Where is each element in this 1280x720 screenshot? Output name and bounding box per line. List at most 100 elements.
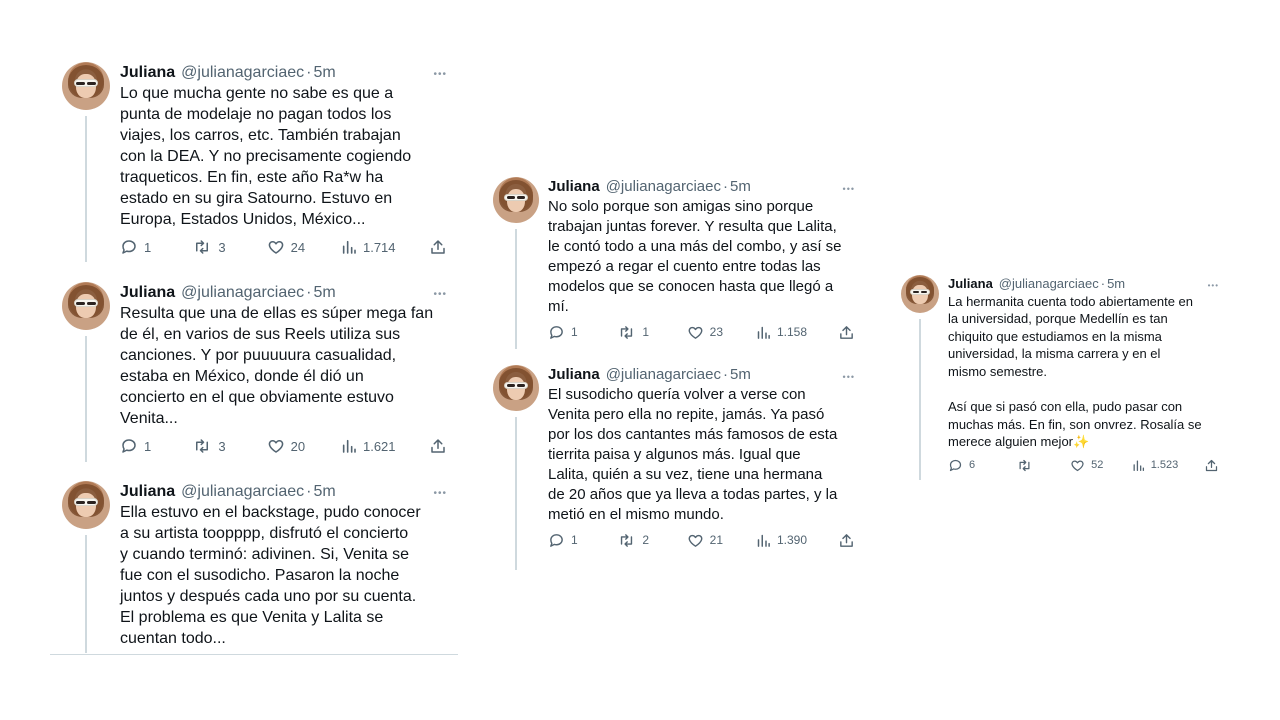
timestamp[interactable]: 5m bbox=[1107, 275, 1125, 293]
timestamp[interactable]: 5m bbox=[730, 177, 751, 197]
timestamp[interactable]: 5m bbox=[313, 282, 335, 303]
repost-icon bbox=[1019, 459, 1030, 471]
views-button[interactable]: 1.621 bbox=[341, 437, 429, 455]
views-button[interactable]: 1.714 bbox=[341, 238, 429, 256]
share-button[interactable] bbox=[429, 437, 447, 455]
views-icon bbox=[342, 240, 356, 254]
more-icon[interactable]: ••• bbox=[433, 64, 447, 85]
more-icon[interactable]: ••• bbox=[433, 483, 447, 504]
repost-count: 2 bbox=[642, 533, 650, 547]
like-button[interactable]: 24 bbox=[267, 238, 341, 256]
tweet-text: La hermanita cuenta todo abiertamente en… bbox=[948, 293, 1202, 450]
views-button[interactable]: 1.390 bbox=[756, 532, 838, 549]
tweet[interactable]: Juliana @julianagarciaec · 5m ••• Ella e… bbox=[62, 481, 447, 653]
reply-count: 6 bbox=[969, 459, 976, 471]
like-button[interactable]: 20 bbox=[267, 437, 341, 455]
like-count: 21 bbox=[709, 533, 724, 547]
like-count: 24 bbox=[290, 239, 306, 255]
repost-button[interactable]: 2 bbox=[617, 532, 686, 549]
tweet-actions: 1 3 20 1.621 bbox=[120, 436, 447, 456]
avatar[interactable] bbox=[62, 282, 110, 330]
separator: · bbox=[306, 64, 312, 81]
views-count: 1.158 bbox=[776, 325, 808, 339]
tweet-actions: 1 3 24 1.714 bbox=[120, 237, 447, 257]
like-button[interactable]: 21 bbox=[687, 532, 756, 549]
thread-line bbox=[85, 336, 87, 462]
timestamp[interactable]: 5m bbox=[313, 481, 335, 502]
like-count: 23 bbox=[709, 325, 724, 339]
timestamp[interactable]: 5m bbox=[313, 62, 335, 83]
author-handle[interactable]: @julianagarciaec bbox=[606, 177, 721, 197]
repost-count: 3 bbox=[218, 239, 226, 255]
timestamp[interactable]: 5m bbox=[730, 365, 751, 385]
avatar[interactable] bbox=[493, 177, 539, 223]
author-name[interactable]: Juliana bbox=[120, 282, 175, 303]
reply-count: 1 bbox=[571, 325, 578, 339]
separator: · bbox=[306, 483, 312, 500]
tweet-actions: 1 2 21 1.390 bbox=[548, 530, 855, 550]
repost-icon bbox=[621, 533, 633, 547]
avatar[interactable] bbox=[62, 62, 110, 110]
reply-button[interactable]: 1 bbox=[548, 532, 617, 549]
author-handle[interactable]: @julianagarciaec bbox=[181, 282, 304, 303]
heart-icon bbox=[688, 534, 703, 547]
avatar[interactable] bbox=[493, 365, 539, 411]
thread-line bbox=[515, 229, 517, 349]
tweet-text: Ella estuvo en el backstage, pudo conoce… bbox=[120, 504, 421, 647]
repost-button[interactable]: 3 bbox=[192, 238, 266, 256]
author-handle[interactable]: @julianagarciaec bbox=[181, 481, 304, 502]
more-icon[interactable]: ••• bbox=[843, 179, 855, 199]
thread-line bbox=[919, 319, 921, 480]
share-button[interactable] bbox=[1204, 458, 1219, 473]
share-button[interactable] bbox=[838, 532, 855, 549]
author-name[interactable]: Juliana bbox=[548, 365, 600, 385]
tweet[interactable]: Juliana @julianagarciaec · 5m ••• No sol… bbox=[493, 177, 855, 349]
views-button[interactable]: 1.158 bbox=[756, 324, 838, 341]
views-count: 1.621 bbox=[362, 438, 396, 454]
reply-button[interactable]: 1 bbox=[548, 324, 617, 341]
avatar[interactable] bbox=[62, 481, 110, 529]
reply-button[interactable]: 1 bbox=[120, 238, 192, 256]
tweet-header: Juliana @julianagarciaec · 5m bbox=[548, 365, 855, 385]
tweet-text: Lo que mucha gente no sabe es que a punt… bbox=[120, 85, 412, 228]
reply-count: 1 bbox=[144, 239, 152, 255]
author-name[interactable]: Juliana bbox=[120, 481, 175, 502]
more-icon[interactable]: ••• bbox=[433, 284, 447, 305]
separator: · bbox=[722, 366, 728, 383]
repost-button[interactable]: 3 bbox=[192, 437, 266, 455]
views-button[interactable]: 1.523 bbox=[1132, 458, 1204, 473]
author-name[interactable]: Juliana bbox=[120, 62, 175, 83]
views-icon bbox=[757, 326, 770, 339]
share-icon bbox=[1205, 459, 1218, 471]
author-name[interactable]: Juliana bbox=[548, 177, 600, 197]
reply-button[interactable]: 6 bbox=[948, 458, 1016, 473]
reply-button[interactable]: 1 bbox=[120, 437, 192, 455]
thread-line bbox=[515, 417, 517, 570]
author-handle[interactable]: @julianagarciaec bbox=[606, 365, 721, 385]
repost-button[interactable] bbox=[1016, 458, 1070, 473]
reply-icon bbox=[949, 459, 962, 471]
share-icon bbox=[431, 439, 445, 453]
more-icon[interactable]: ••• bbox=[1208, 277, 1219, 295]
tweet[interactable]: Juliana @julianagarciaec · 5m ••• La her… bbox=[901, 275, 1219, 480]
separator: · bbox=[306, 284, 312, 301]
tweet[interactable]: Juliana @julianagarciaec · 5m ••• Result… bbox=[62, 282, 447, 462]
author-handle[interactable]: @julianagarciaec bbox=[999, 275, 1099, 293]
avatar[interactable] bbox=[901, 275, 939, 313]
divider bbox=[50, 654, 458, 655]
more-icon[interactable]: ••• bbox=[843, 367, 855, 387]
tweet[interactable]: Juliana @julianagarciaec · 5m ••• Lo que… bbox=[62, 62, 447, 262]
author-name[interactable]: Juliana bbox=[948, 275, 993, 293]
tweet[interactable]: Juliana @julianagarciaec · 5m ••• El sus… bbox=[493, 365, 855, 570]
tweet-header: Juliana @julianagarciaec · 5m bbox=[548, 177, 855, 197]
like-button[interactable]: 23 bbox=[687, 324, 756, 341]
share-icon bbox=[840, 533, 853, 547]
reply-count: 1 bbox=[571, 533, 578, 547]
like-button[interactable]: 52 bbox=[1070, 458, 1132, 473]
share-button[interactable] bbox=[429, 238, 447, 256]
author-handle[interactable]: @julianagarciaec bbox=[181, 62, 304, 83]
repost-button[interactable]: 1 bbox=[617, 324, 686, 341]
like-count: 20 bbox=[290, 438, 306, 454]
share-button[interactable] bbox=[838, 324, 855, 341]
repost-count: 1 bbox=[642, 325, 650, 339]
